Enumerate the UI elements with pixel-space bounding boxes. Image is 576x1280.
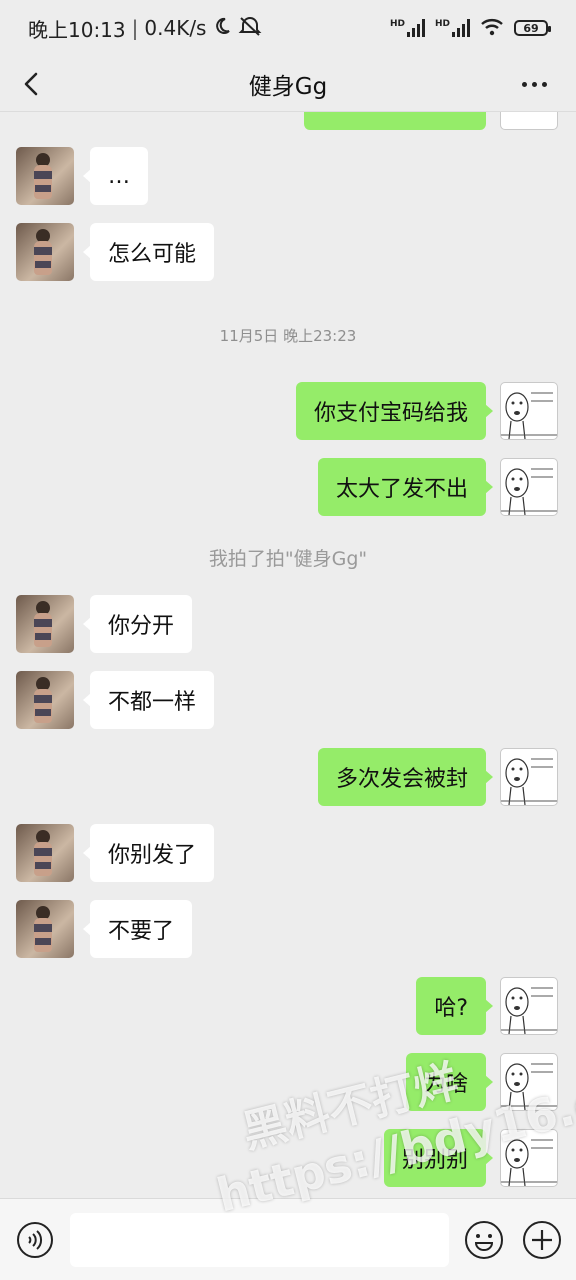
battery-level: 69 [523,21,539,35]
chat-header: 健身Gg [0,56,576,112]
status-time: 晚上10:13 [28,17,126,42]
message-bubble-in[interactable]: 你别发了 [82,824,215,882]
self-avatar[interactable] [500,458,558,516]
emoji-button[interactable] [464,1220,504,1260]
wifi-icon [480,18,504,39]
chevron-left-icon [24,72,38,96]
message-bubble-out[interactable]: 别别别 [383,1129,494,1187]
message-bubble-in[interactable]: 你分开 [82,595,193,653]
meme-face-icon [501,468,557,515]
contact-avatar[interactable] [16,147,74,205]
meme-face-icon [501,987,557,1034]
input-bar [0,1198,576,1280]
nudge-notice: 我拍了拍"健身Gg" [208,548,368,570]
contact-avatar[interactable] [16,223,74,281]
message-list[interactable]: … 怎么可能 11月5日 晚上23:23 你支付宝码给我 太大了发不出 我拍了拍… [0,112,576,1198]
self-avatar[interactable] [500,748,558,806]
voice-button[interactable] [16,1221,54,1259]
emoji-icon [465,1221,503,1259]
self-avatar[interactable] [500,382,558,440]
message-bubble-out[interactable]: 你支付宝码给我 [295,382,494,440]
hd-label-2: HD [434,19,450,29]
contact-avatar[interactable] [16,824,74,882]
message-bubble-in[interactable]: … [83,147,148,205]
partial-outgoing-bubble [304,112,486,130]
voice-icon [17,1222,53,1258]
back-button[interactable] [16,66,52,102]
meme-face-icon [501,1139,557,1186]
message-bubble-in[interactable]: 怎么可能 [82,223,215,281]
chat-title: 健身Gg [248,73,328,100]
signal-icon: HD [390,19,425,37]
self-avatar[interactable] [500,112,558,130]
more-dots-icon [521,81,547,87]
plus-button[interactable] [522,1220,562,1260]
message-bubble-in[interactable]: 不都一样 [82,671,215,729]
battery-icon: 69 [514,20,551,36]
meme-face-icon [501,758,557,805]
meme-face-icon [501,1063,557,1110]
moon-icon [212,16,232,41]
contact-avatar[interactable] [16,900,74,958]
signal-icon-2: HD [435,19,470,37]
status-speed: 0.4K/s [144,16,207,40]
message-bubble-in[interactable]: 不要了 [82,900,193,958]
mute-icon [238,16,262,41]
plus-icon [523,1221,561,1259]
status-right: HD HD 69 [390,18,551,39]
meme-face-icon [501,392,557,439]
status-bar: 晚上10:13 | 0.4K/s HD HD 69 [0,0,576,56]
message-bubble-out[interactable]: 太大了发不出 [317,458,494,516]
message-bubble-out[interactable]: 哈? [416,977,493,1035]
self-avatar[interactable] [500,977,558,1035]
contact-avatar[interactable] [16,595,74,653]
self-avatar[interactable] [500,1129,558,1187]
hd-label-1: HD [389,19,405,29]
status-left: 晚上10:13 | 0.4K/s [28,14,262,43]
more-button[interactable] [516,66,552,102]
message-input[interactable] [70,1213,449,1267]
timestamp: 11月5日 晚上23:23 [219,327,357,345]
self-avatar[interactable] [500,1053,558,1111]
message-bubble-out[interactable]: 多次发会被封 [317,748,494,806]
contact-avatar[interactable] [16,671,74,729]
message-bubble-out[interactable]: 为啥 [405,1053,494,1111]
status-divider: | [131,16,139,40]
